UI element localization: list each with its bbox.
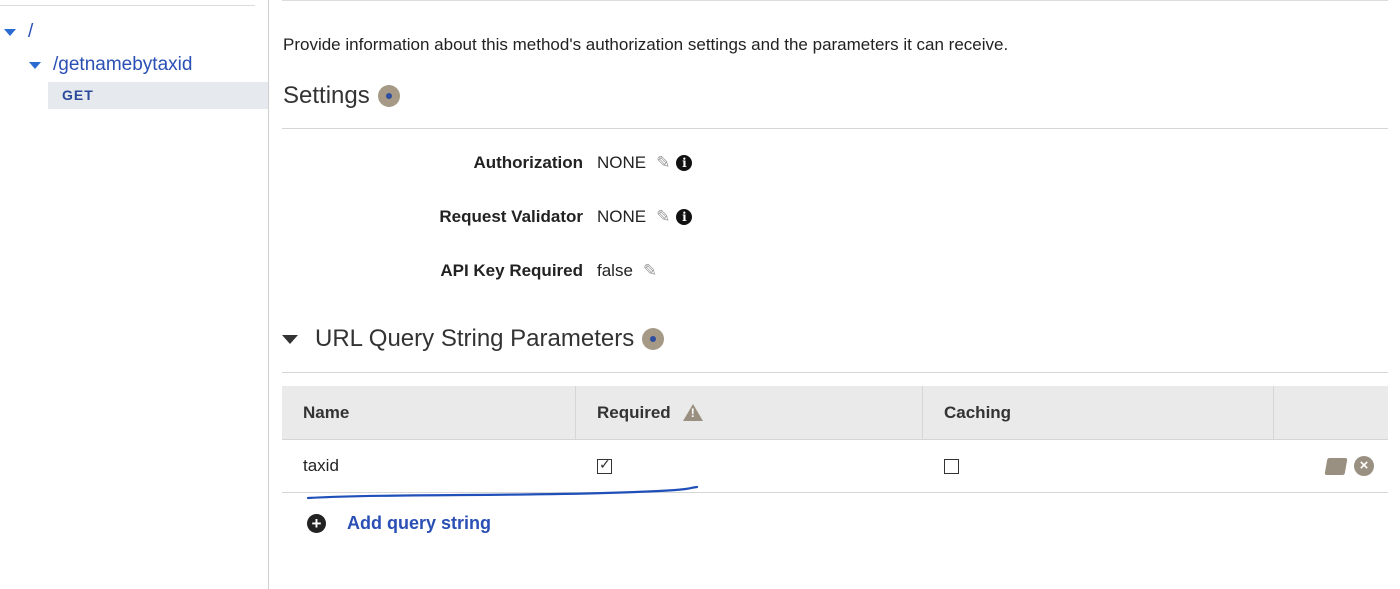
resource-tree-sidebar: / /getnamebytaxid GET <box>0 0 268 589</box>
book-icon[interactable] <box>1324 457 1348 475</box>
column-header-required: Required <box>576 386 923 439</box>
plus-circle-icon[interactable]: + <box>307 514 326 533</box>
setting-request-validator: Request Validator NONE ✎ i <box>270 205 693 229</box>
setting-value: NONE <box>597 153 647 172</box>
column-header-caching: Caching <box>923 386 1274 439</box>
pencil-edit-icon[interactable]: ✎ <box>656 153 670 173</box>
query-params-title: URL Query String Parameters <box>315 325 635 352</box>
caching-checkbox[interactable] <box>944 458 959 474</box>
setting-label: API Key Required <box>440 261 583 280</box>
help-icon[interactable] <box>642 328 665 350</box>
caret-down-icon[interactable] <box>4 28 16 36</box>
tree-item-resource-label[interactable]: /getnamebytaxid <box>53 54 192 76</box>
query-params-table: Name Required Caching taxid × <box>282 386 1388 493</box>
query-params-heading: URL Query String Parameters <box>282 325 665 353</box>
setting-label: Request Validator <box>439 207 583 226</box>
divider <box>282 372 1388 373</box>
add-query-string-row[interactable]: + Add query string <box>307 513 491 534</box>
setting-authorization: Authorization NONE ✎ i <box>270 151 693 175</box>
settings-heading: Settings <box>283 82 400 110</box>
divider <box>282 0 1388 1</box>
row-actions: × <box>1274 440 1388 492</box>
divider <box>0 5 255 6</box>
remove-icon[interactable]: × <box>1354 456 1374 476</box>
method-description: Provide information about this method's … <box>283 35 1009 54</box>
column-header-name: Name <box>282 386 576 439</box>
tree-item-get-method[interactable]: GET <box>48 82 268 109</box>
info-icon[interactable]: i <box>676 155 693 171</box>
caching-cell <box>923 440 1274 492</box>
settings-title: Settings <box>283 82 370 109</box>
table-header: Name Required Caching <box>282 386 1388 440</box>
pencil-edit-icon[interactable]: ✎ <box>656 207 670 227</box>
tree-item-root[interactable]: / <box>4 21 33 43</box>
caret-down-icon[interactable] <box>29 61 41 69</box>
required-checkbox[interactable] <box>597 456 612 474</box>
setting-api-key-required: API Key Required false ✎ <box>270 259 663 283</box>
caret-down-icon[interactable] <box>282 334 298 344</box>
column-header-required-label: Required <box>597 402 671 422</box>
setting-value: NONE <box>597 207 647 226</box>
sidebar-divider <box>268 0 269 589</box>
tree-item-getnamebytaxid[interactable]: /getnamebytaxid <box>29 54 192 76</box>
help-icon[interactable] <box>377 85 400 107</box>
handwritten-underline <box>306 485 699 500</box>
warning-icon <box>682 404 703 421</box>
add-query-string-link[interactable]: Add query string <box>347 513 491 534</box>
pencil-edit-icon[interactable]: ✎ <box>643 261 657 281</box>
column-header-actions <box>1274 386 1388 439</box>
tree-item-root-label[interactable]: / <box>28 21 33 43</box>
setting-label: Authorization <box>473 153 583 172</box>
divider <box>282 128 1388 129</box>
setting-value: false <box>597 261 633 280</box>
info-icon[interactable]: i <box>676 209 693 225</box>
